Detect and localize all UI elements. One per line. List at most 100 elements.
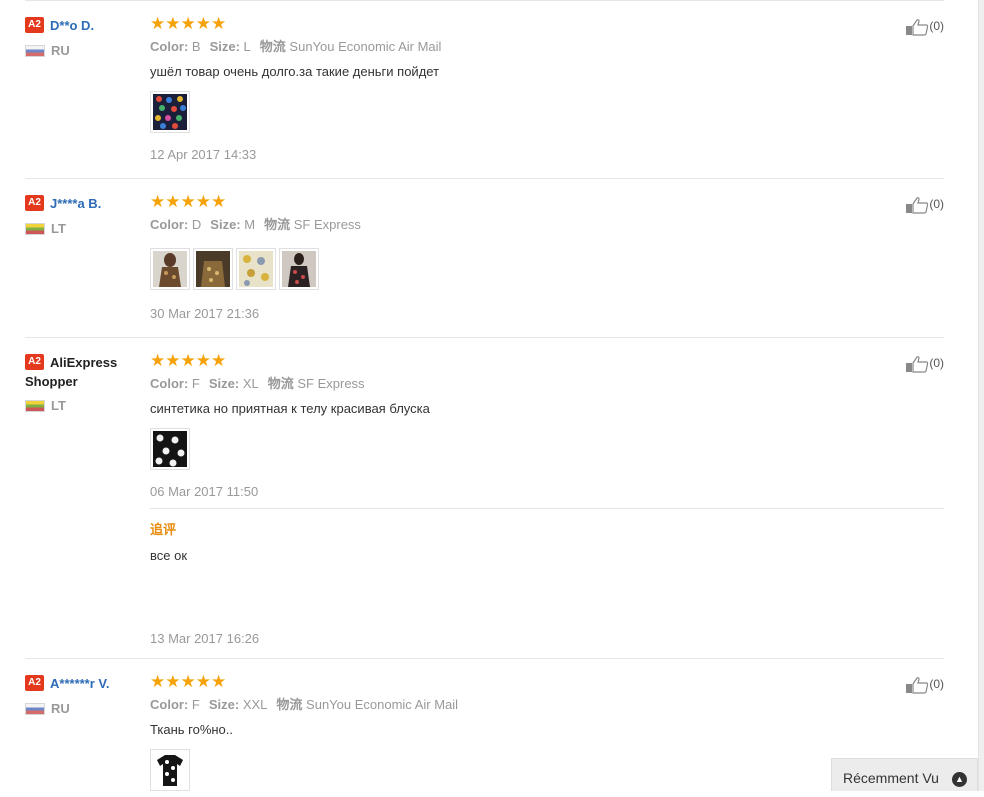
country-flag-icon <box>25 223 45 235</box>
reviewer-info: A2 J****a B. LT <box>25 194 140 237</box>
chevron-up-icon: ▲ <box>952 772 967 787</box>
size-value: L <box>243 39 251 54</box>
review-photos <box>150 91 890 135</box>
buyer-level-badge: A2 <box>25 675 44 691</box>
review-body: ★★★★★ Color: F Size: XXL 物流 SunYou Economi… <box>150 673 890 793</box>
photo-image <box>153 752 187 788</box>
thumbs-up-icon <box>906 18 929 36</box>
buyer-level-badge: A2 <box>25 195 44 211</box>
reviewer-info: A2 D**o D. RU <box>25 16 140 59</box>
review-photo[interactable] <box>150 428 190 470</box>
recently-viewed-button[interactable]: Récemment Vu ▲ <box>831 758 978 791</box>
recently-viewed-label: Récemment Vu <box>843 770 939 786</box>
review-text: Ткань го%но.. <box>150 722 234 737</box>
country-code: LT <box>51 221 66 236</box>
shipping-value: SunYou Economic Air Mail <box>289 39 442 54</box>
review-photos <box>150 248 890 292</box>
additional-review-text: все ок <box>150 548 188 563</box>
review-date: 06 Mar 2017 11:50 <box>150 484 259 499</box>
helpful-count: (0) <box>929 19 944 33</box>
review-photos <box>150 749 890 793</box>
buyer-level-badge: A2 <box>25 17 44 33</box>
order-info: Color: B Size: L 物流 SunYou Economic Air Ma… <box>150 38 890 56</box>
review-item: A2 AliExpress Shopper LT ★★★★★ Color: F Si… <box>25 338 944 659</box>
order-info: Color: F Size: XXL 物流 SunYou Economic Air … <box>150 696 890 714</box>
color-label: Color: <box>150 39 189 54</box>
review-item: A2 A******r V. RU ★★★★★ Color: F Size: XXL… <box>25 659 944 791</box>
review-photos <box>150 428 890 472</box>
color-value: F <box>191 376 200 391</box>
reviewer-name[interactable]: D**o D. <box>50 18 94 33</box>
size-label: Size: <box>208 376 240 391</box>
helpful-button[interactable]: (0) <box>905 354 944 374</box>
review-photo[interactable] <box>193 248 233 290</box>
photo-image <box>153 251 187 287</box>
country-code: RU <box>51 43 70 58</box>
color-label: Color: <box>150 697 189 712</box>
helpful-button[interactable]: (0) <box>905 17 944 37</box>
shipping-label: 物流 <box>259 39 286 54</box>
review-photo[interactable] <box>150 91 190 133</box>
color-value: F <box>191 697 200 712</box>
reviewer-name[interactable]: J****a B. <box>50 196 101 211</box>
country-flag-icon <box>25 703 45 715</box>
country-flag-icon <box>25 400 45 412</box>
review-date: 12 Apr 2017 14:33 <box>150 147 257 162</box>
additional-review-date: 13 Mar 2017 16:26 <box>150 631 260 646</box>
shipping-value: SF Express <box>297 376 365 391</box>
photo-image <box>239 251 273 287</box>
color-label: Color: <box>150 376 189 391</box>
review-body: ★★★★★ Color: D Size: M 物流 SF Express 30 … <box>150 193 890 323</box>
review-item: A2 J****a B. LT ★★★★★ Color: D Size: M 物流 S… <box>25 179 944 338</box>
review-photo[interactable] <box>150 248 190 290</box>
size-label: Size: <box>208 697 240 712</box>
additional-review-label: 追评 <box>150 522 177 537</box>
size-label: Size: <box>209 39 240 54</box>
photo-image <box>282 251 316 287</box>
review-text: синтетика но приятная к телу красивая бл… <box>150 401 430 416</box>
color-value: D <box>191 217 202 232</box>
review-item: A2 D**o D. RU ★★★★★ Color: B Size: L 物流 Sun… <box>25 1 944 179</box>
thumbs-up-icon <box>906 355 929 373</box>
size-value: XXL <box>242 697 268 712</box>
star-rating: ★★★★★ <box>150 672 227 691</box>
helpful-button[interactable]: (0) <box>905 675 944 695</box>
star-rating: ★★★★★ <box>150 14 227 33</box>
size-value: M <box>244 217 256 232</box>
review-photo[interactable] <box>236 248 276 290</box>
shipping-label: 物流 <box>276 697 303 712</box>
review-photo[interactable] <box>279 248 319 290</box>
thumbs-up-icon <box>906 196 929 214</box>
shipping-label: 物流 <box>264 217 291 232</box>
size-label: Size: <box>210 217 241 232</box>
star-rating: ★★★★★ <box>150 351 227 370</box>
shipping-value: SF Express <box>293 217 361 232</box>
color-label: Color: <box>150 217 189 232</box>
page-scrollbar[interactable] <box>978 0 984 791</box>
shipping-value: SunYou Economic Air Mail <box>306 697 459 712</box>
reviewer-name-line2: Shopper <box>25 374 78 389</box>
photo-image <box>196 251 230 287</box>
star-rating: ★★★★★ <box>150 192 227 211</box>
country-code: RU <box>51 701 70 716</box>
review-body: ★★★★★ Color: B Size: L 物流 SunYou Economic … <box>150 15 890 164</box>
helpful-count: (0) <box>929 197 944 211</box>
thumbs-up-icon <box>906 676 929 694</box>
photo-image <box>153 94 187 130</box>
country-flag-icon <box>25 45 45 57</box>
photo-image <box>153 431 187 467</box>
review-text: ушёл товар очень долго.за такие деньги п… <box>150 64 440 79</box>
buyer-level-badge: A2 <box>25 354 44 370</box>
helpful-count: (0) <box>929 677 944 691</box>
reviewer-name: AliExpress <box>50 355 118 370</box>
reviewer-info: A2 AliExpress Shopper LT <box>25 353 140 414</box>
divider <box>150 508 944 509</box>
reviewer-name[interactable]: A******r V. <box>50 676 110 691</box>
size-value: XL <box>242 376 259 391</box>
review-body: ★★★★★ Color: F Size: XL 物流 SF Express синт… <box>150 352 890 501</box>
helpful-count: (0) <box>929 356 944 370</box>
review-photo[interactable] <box>150 749 190 791</box>
helpful-button[interactable]: (0) <box>905 195 944 215</box>
order-info: Color: F Size: XL 物流 SF Express <box>150 375 890 393</box>
reviewer-info: A2 A******r V. RU <box>25 674 140 717</box>
